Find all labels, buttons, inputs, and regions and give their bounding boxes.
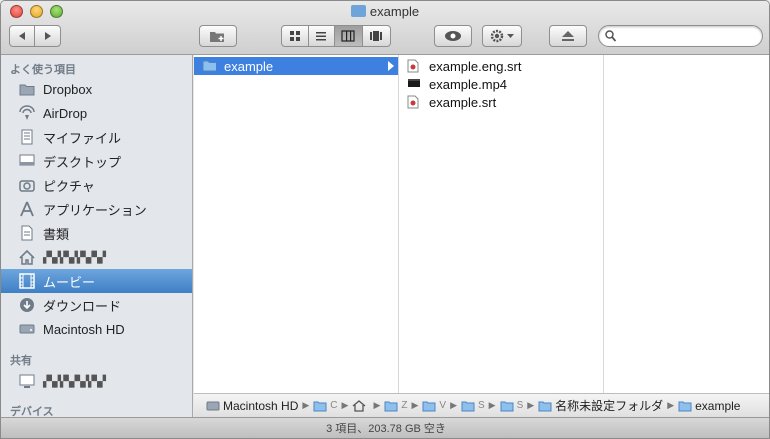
folder-icon bbox=[461, 401, 475, 411]
path-item[interactable]: V bbox=[422, 400, 446, 412]
airdrop-icon bbox=[18, 104, 36, 122]
sidebar-item-macintosh-hd[interactable]: Macintosh HD bbox=[1, 317, 192, 341]
coverflow-icon bbox=[370, 31, 383, 41]
eye-icon bbox=[445, 31, 461, 41]
home-icon bbox=[353, 399, 366, 412]
folder-icon bbox=[350, 5, 366, 17]
folder-icon bbox=[500, 401, 514, 411]
sidebar-item-airdrop[interactable]: AirDrop bbox=[1, 101, 192, 125]
shared-header: 共有 bbox=[10, 355, 32, 367]
list-item-example-folder[interactable]: example bbox=[194, 57, 398, 75]
home-icon bbox=[18, 248, 36, 266]
sidebar: よく使う項目 Dropbox AirDrop マイファイル デスクトップ ピクチ… bbox=[1, 55, 193, 418]
back-forward-control bbox=[9, 25, 61, 47]
folder-icon bbox=[313, 401, 327, 411]
folder-icon bbox=[18, 80, 36, 98]
list-item-file[interactable]: example.srt bbox=[399, 93, 603, 111]
path-item[interactable]: C bbox=[313, 400, 338, 412]
sidebar-item-downloads[interactable]: ダウンロード bbox=[1, 293, 192, 317]
list-item-file[interactable]: example.mp4 bbox=[399, 75, 603, 93]
sidebar-item-movies[interactable]: ムービー bbox=[1, 269, 192, 293]
all-files-icon bbox=[18, 128, 36, 146]
desktop-icon bbox=[18, 152, 36, 170]
folder-icon bbox=[384, 401, 398, 411]
column-view-button[interactable] bbox=[335, 26, 363, 46]
window-title: example bbox=[1, 4, 769, 19]
computer-icon bbox=[18, 372, 36, 390]
gear-icon bbox=[490, 29, 503, 43]
download-icon bbox=[18, 296, 36, 314]
folder-icon bbox=[678, 401, 692, 411]
list-icon bbox=[316, 32, 327, 41]
folder-icon bbox=[422, 401, 436, 411]
forward-button[interactable] bbox=[35, 26, 60, 46]
columns-icon bbox=[341, 30, 355, 42]
path-separator-icon: ▶ bbox=[341, 400, 349, 410]
sidebar-item-all-my-files[interactable]: マイファイル bbox=[1, 125, 192, 149]
sidebar-item-shared-computer[interactable]: ▞▚▞▞▚▞▚▞▞▚▞ bbox=[1, 369, 192, 393]
path-item-untitled-folder[interactable]: 名称未設定フォルダ bbox=[538, 397, 663, 414]
path-separator-icon: ▶ bbox=[667, 400, 675, 410]
coverflow-view-button[interactable] bbox=[363, 26, 390, 46]
hard-drive-icon bbox=[18, 320, 36, 338]
view-mode-control bbox=[281, 25, 391, 47]
back-button[interactable] bbox=[10, 26, 36, 46]
folder-icon bbox=[538, 401, 552, 411]
chevron-down-icon bbox=[506, 34, 514, 38]
path-item-home[interactable] bbox=[352, 399, 369, 412]
column-browser: example example.eng.srt example.mp4 exam… bbox=[194, 55, 769, 393]
applications-icon bbox=[18, 200, 36, 218]
path-separator-icon: ▶ bbox=[488, 400, 496, 410]
toolbar: example bbox=[1, 1, 769, 55]
path-item-macintosh-hd[interactable]: Macintosh HD bbox=[206, 399, 298, 413]
film-icon bbox=[18, 272, 36, 290]
path-item[interactable]: Z bbox=[384, 400, 407, 412]
sidebar-item-pictures[interactable]: ピクチャ bbox=[1, 173, 192, 197]
path-item[interactable]: S bbox=[500, 400, 523, 412]
folder-icon bbox=[202, 60, 216, 72]
chevron-left-icon bbox=[19, 32, 25, 40]
path-separator-icon: ▶ bbox=[302, 400, 310, 410]
finder-window: example よく使う項目 Dropbox AirDrop マイファイル デス… bbox=[0, 0, 770, 439]
path-separator-icon: ▶ bbox=[450, 400, 457, 410]
path-separator-icon: ▶ bbox=[527, 400, 535, 410]
subtitle-file-icon bbox=[407, 59, 419, 73]
path-item-example[interactable]: example bbox=[678, 399, 740, 413]
sidebar-item-desktop[interactable]: デスクトップ bbox=[1, 149, 192, 173]
camera-icon bbox=[18, 176, 36, 194]
path-item[interactable]: S bbox=[461, 400, 485, 412]
eject-icon bbox=[562, 31, 574, 41]
chevron-right-icon bbox=[44, 32, 51, 40]
video-file-icon bbox=[408, 79, 420, 87]
list-item-file[interactable]: example.eng.srt bbox=[399, 57, 603, 75]
column-2: example.eng.srt example.mp4 example.srt bbox=[399, 55, 604, 393]
quick-look-button[interactable] bbox=[434, 25, 472, 47]
grid-icon bbox=[289, 31, 300, 41]
sidebar-item-home[interactable]: ▞▚▞▞▚▞▞▚▞▚▞ bbox=[1, 245, 192, 269]
search-input[interactable] bbox=[619, 28, 754, 44]
subtitle-file-icon bbox=[407, 95, 419, 109]
sidebar-item-documents[interactable]: 書類 bbox=[1, 221, 192, 245]
documents-icon bbox=[18, 224, 36, 242]
icon-view-button[interactable] bbox=[282, 26, 309, 46]
column-1: example bbox=[194, 55, 399, 393]
sidebar-item-applications[interactable]: アプリケーション bbox=[1, 197, 192, 221]
new-folder-icon bbox=[210, 32, 224, 42]
new-folder-button[interactable] bbox=[199, 25, 237, 47]
sidebar-item-dropbox[interactable]: Dropbox bbox=[1, 77, 192, 101]
status-bar: 3 項目、203.78 GB 空き bbox=[1, 417, 769, 438]
search-icon bbox=[605, 30, 616, 42]
action-menu-button[interactable] bbox=[482, 25, 522, 47]
path-separator-icon: ▶ bbox=[411, 400, 419, 410]
disclosure-arrow-icon bbox=[388, 61, 394, 71]
path-separator-icon: ▶ bbox=[373, 400, 381, 410]
path-bar: Macintosh HD ▶ C ▶ ▶ Z ▶ V ▶ S ▶ S ▶ 名称未… bbox=[194, 393, 769, 417]
hard-drive-icon bbox=[206, 401, 220, 410]
search-field[interactable] bbox=[598, 25, 763, 47]
eject-button[interactable] bbox=[549, 25, 587, 47]
list-view-button[interactable] bbox=[309, 26, 336, 46]
favorites-header: よく使う項目 bbox=[10, 64, 76, 76]
